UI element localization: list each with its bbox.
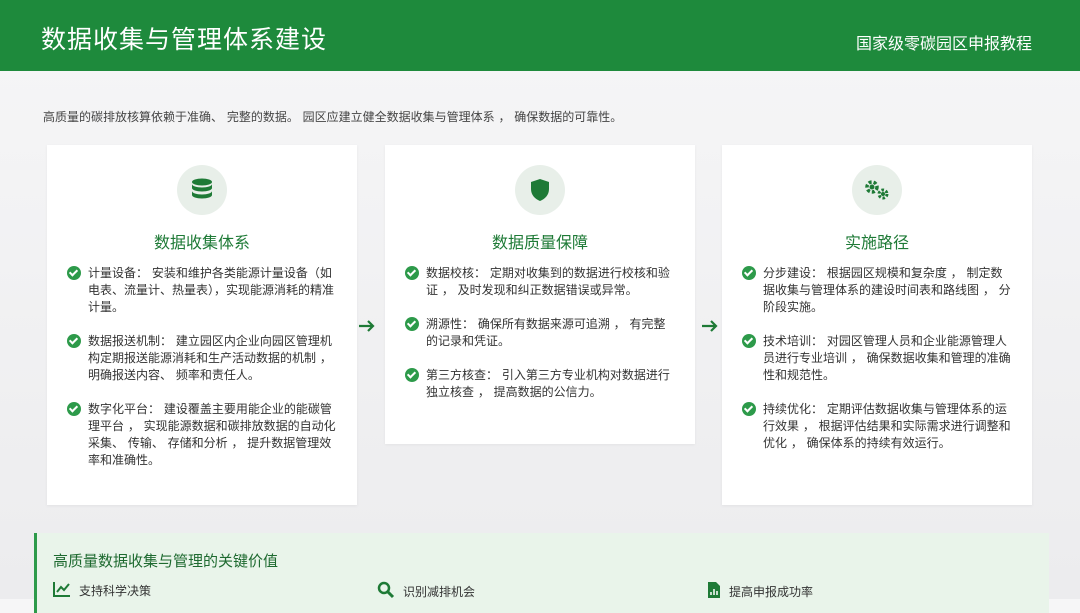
check-icon [405,266,419,280]
card-list: 计量设备： 安装和维护各类能源计量设备（如电表、流量计、热量表），实现能源消耗的… [67,265,337,486]
list-item: 数据报送机制： 建立园区内企业向园区管理机构定期报送能源消耗和生产活动数据的机制… [67,333,337,384]
gears-icon [852,165,902,215]
shield-icon [515,165,565,215]
check-icon [742,266,756,280]
check-icon [405,317,419,331]
value-item-decision: 支持科学决策 [53,581,151,600]
intro-text: 高质量的碳排放核算依赖于准确、 完整的数据。 园区应建立健全数据收集与管理体系 … [43,110,623,124]
check-icon [742,402,756,416]
card-implementation: 实施路径 分步建设： 根据园区规模和复杂度 ， 制定数据收集与管理体系的建设时间… [722,145,1032,505]
check-icon [742,334,756,348]
header-bar: 数据收集与管理体系建设 国家级零碳园区申报教程 [0,0,1080,71]
key-value-title: 高质量数据收集与管理的关键价值 [53,552,279,570]
check-icon [405,368,419,382]
card-title: 实施路径 [844,233,909,252]
check-icon [67,334,81,348]
list-item: 溯源性： 确保所有数据来源可追溯 ， 有完整的记录和凭证。 [405,316,675,350]
page-title: 数据收集与管理体系建设 [41,25,328,54]
page-subtitle: 国家级零碳园区申报教程 [855,34,1032,53]
chart-line-icon [53,581,79,600]
card-data-collection: 数据收集体系 计量设备： 安装和维护各类能源计量设备（如电表、流量计、热量表），… [47,145,357,505]
list-item: 持续优化： 定期评估数据收集与管理体系的运行效果 ， 根据评估结果和实际需求进行… [742,401,1012,452]
arrow-right-icon [357,316,377,336]
card-list: 分步建设： 根据园区规模和复杂度 ， 制定数据收集与管理体系的建设时间表和路线图… [742,265,1012,469]
key-value-panel: 高质量数据收集与管理的关键价值 支持科学决策 识别减排机会 提高申报成功率 [34,533,1049,613]
check-icon [67,402,81,416]
check-icon [67,266,81,280]
card-data-quality: 数据质量保障 数据校核： 定期对收集到的数据进行校核和验证 ， 及时发现和纠正数… [385,145,695,444]
card-list: 数据校核： 定期对收集到的数据进行校核和验证 ， 及时发现和纠正数据错误或异常。… [405,265,675,418]
card-title: 数据收集体系 [153,233,250,252]
list-item: 计量设备： 安装和维护各类能源计量设备（如电表、流量计、热量表），实现能源消耗的… [67,265,337,316]
card-title: 数据质量保障 [491,233,588,252]
list-item: 数据校核： 定期对收集到的数据进行校核和验证 ， 及时发现和纠正数据错误或异常。 [405,265,675,299]
list-item: 数字化平台： 建设覆盖主要用能企业的能碳管理平台 ， 实现能源数据和碳排放数据的… [67,401,337,469]
list-item: 第三方核查： 引入第三方专业机构对数据进行独立核查 ， 提高数据的公信力。 [405,367,675,401]
arrow-right-icon [700,316,720,336]
list-item: 分步建设： 根据园区规模和复杂度 ， 制定数据收集与管理体系的建设时间表和路线图… [742,265,1012,316]
database-icon [177,165,227,215]
list-item: 技术培训： 对园区管理人员和企业能源管理人员进行专业培训 ， 确保数据收集和管理… [742,333,1012,384]
